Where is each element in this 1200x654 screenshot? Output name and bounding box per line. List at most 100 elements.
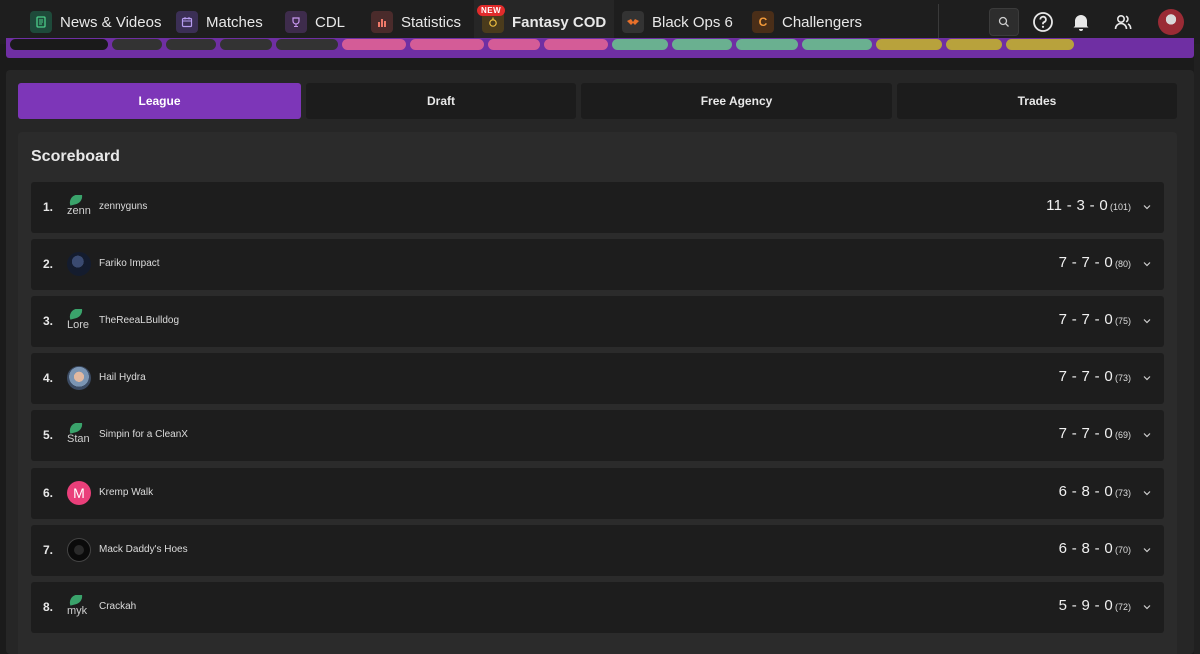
record-value: 6 - 8 - 0 — [1058, 540, 1113, 557]
record-points: (69) — [1114, 430, 1131, 440]
help-button[interactable] — [1028, 8, 1058, 36]
team-avatar: Lore — [67, 309, 91, 333]
tab-trades[interactable]: Trades — [897, 83, 1177, 119]
scoreboard-row[interactable]: 1. zenn zennyguns 11 - 3 - 0 (101) — [31, 182, 1164, 233]
chevron-down-icon[interactable] — [1142, 202, 1152, 212]
bell-icon — [1073, 15, 1089, 31]
record-value: 7 - 7 - 0 — [1058, 425, 1113, 442]
avatar-alt-text: Stan — [67, 433, 90, 445]
team-avatar: M — [67, 481, 91, 505]
filter-chip[interactable] — [166, 39, 216, 50]
friends-button[interactable] — [1108, 8, 1138, 36]
filter-chip[interactable] — [672, 39, 732, 50]
rank: 5. — [43, 428, 54, 442]
filter-chip[interactable] — [876, 39, 942, 50]
team-name: Mack Daddy's Hoes — [99, 544, 188, 555]
filter-chip[interactable] — [276, 39, 338, 50]
nav-label: News & Videos — [60, 13, 162, 31]
avatar-alt-text: myk — [67, 605, 88, 617]
chevron-down-icon[interactable] — [1142, 316, 1152, 326]
users-icon — [1114, 14, 1132, 30]
nav-divider — [938, 4, 939, 40]
record-value: 6 - 8 - 0 — [1058, 483, 1113, 500]
team-record: 7 - 7 - 0 (69) — [1059, 425, 1131, 442]
search-icon — [998, 16, 1009, 27]
scoreboard-row[interactable]: 4. Hail Hydra 7 - 7 - 0 (73) — [31, 353, 1164, 404]
team-name: Kremp Walk — [99, 487, 154, 498]
nav-label: CDL — [315, 13, 346, 31]
chevron-down-icon[interactable] — [1142, 545, 1152, 555]
rank: 1. — [43, 200, 54, 214]
record-value: 5 - 9 - 0 — [1058, 597, 1113, 614]
record-value: 11 - 3 - 0 — [1046, 197, 1108, 214]
filter-chip[interactable] — [410, 39, 484, 50]
search-button[interactable] — [989, 8, 1019, 36]
filter-chip[interactable] — [612, 39, 668, 50]
page-scrollbar[interactable] — [1194, 44, 1200, 654]
black-ops-icon — [622, 11, 644, 33]
scoreboard-row[interactable]: 6. M Kremp Walk 6 - 8 - 0 (73) — [31, 468, 1164, 519]
profile-button[interactable] — [1156, 8, 1186, 36]
team-record: 7 - 7 - 0 (73) — [1059, 368, 1131, 385]
filter-chip[interactable] — [1006, 39, 1074, 50]
record-value: 7 - 7 - 0 — [1058, 254, 1113, 271]
user-avatar — [1158, 9, 1184, 35]
filter-chip[interactable] — [544, 39, 608, 50]
record-points: (75) — [1114, 316, 1131, 326]
rank: 4. — [43, 371, 54, 385]
record-points: (73) — [1114, 373, 1131, 383]
record-points: (101) — [1109, 202, 1131, 212]
filter-chip[interactable] — [342, 39, 406, 50]
filter-chip[interactable] — [10, 39, 108, 50]
rank: 8. — [43, 600, 54, 614]
scoreboard-row[interactable]: 2. Fariko Impact 7 - 7 - 0 (80) — [31, 239, 1164, 290]
fantasy-league-panel: League Draft Free Agency Trades Scoreboa… — [6, 70, 1194, 654]
filter-chip[interactable] — [802, 39, 872, 50]
team-record: 7 - 7 - 0 (75) — [1059, 311, 1131, 328]
record-value: 7 - 7 - 0 — [1058, 311, 1113, 328]
team-avatar: myk — [67, 595, 91, 619]
record-points: (73) — [1114, 488, 1131, 498]
team-name: zennyguns — [99, 201, 148, 212]
team-avatar: Stan — [67, 423, 91, 447]
team-name: Crackah — [99, 601, 137, 612]
team-name: TheReeaLBulldog — [99, 315, 180, 326]
team-avatar: zenn — [67, 195, 91, 219]
nav-label: Challengers — [782, 13, 863, 31]
scoreboard-row[interactable]: 8. myk Crackah 5 - 9 - 0 (72) — [31, 582, 1164, 633]
filter-chip[interactable] — [488, 39, 540, 50]
team-record: 6 - 8 - 0 (70) — [1059, 540, 1131, 557]
team-name: Simpin for a CleanX — [99, 429, 188, 440]
scoreboard-row[interactable]: 7. Mack Daddy's Hoes 6 - 8 - 0 (70) — [31, 525, 1164, 576]
team-record: 11 - 3 - 0 (101) — [1046, 197, 1131, 214]
trophy-icon — [285, 11, 307, 33]
filter-chip[interactable] — [736, 39, 798, 50]
tab-league[interactable]: League — [18, 83, 301, 119]
tab-free-agency[interactable]: Free Agency — [581, 83, 892, 119]
chevron-down-icon[interactable] — [1142, 488, 1152, 498]
filter-chip[interactable] — [946, 39, 1002, 50]
chevron-down-icon[interactable] — [1142, 373, 1152, 383]
challengers-icon: C — [752, 11, 774, 33]
chevron-down-icon[interactable] — [1142, 259, 1152, 269]
chevron-down-icon[interactable] — [1142, 430, 1152, 440]
team-avatar — [67, 538, 91, 562]
help-icon — [1033, 12, 1053, 32]
filter-chip[interactable] — [220, 39, 272, 50]
nav-label: Statistics — [401, 13, 462, 31]
team-record: 6 - 8 - 0 (73) — [1059, 483, 1131, 500]
chevron-down-icon[interactable] — [1142, 602, 1152, 612]
notifications-button[interactable] — [1066, 8, 1096, 36]
scoreboard-row[interactable]: 3. Lore TheReeaLBulldog 7 - 7 - 0 (75) — [31, 296, 1164, 347]
rank: 3. — [43, 314, 54, 328]
filter-chip[interactable] — [112, 39, 162, 50]
nav-label: Fantasy COD — [512, 13, 607, 31]
record-points: (72) — [1114, 602, 1131, 612]
news-icon — [30, 11, 52, 33]
team-name: Fariko Impact — [99, 258, 160, 269]
team-record: 5 - 9 - 0 (72) — [1059, 597, 1131, 614]
team-avatar — [67, 252, 91, 276]
scoreboard-row[interactable]: 5. Stan Simpin for a CleanX 7 - 7 - 0 (69… — [31, 410, 1164, 461]
tab-draft[interactable]: Draft — [306, 83, 576, 119]
nav-label: Matches — [206, 13, 263, 31]
